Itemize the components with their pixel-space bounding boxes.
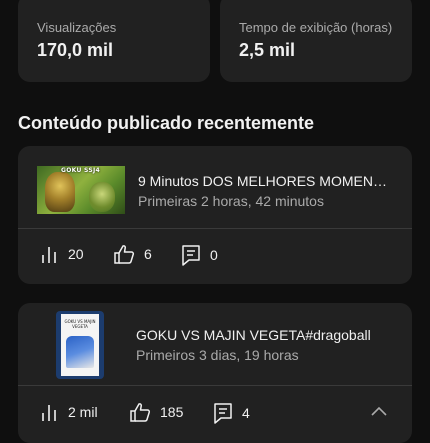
video-thumbnail[interactable]: GOKU VS MAJIN VEGETA xyxy=(56,311,104,379)
bar-chart-icon xyxy=(42,405,56,421)
video-title[interactable]: 9 Minutos DOS MELHORES MOMENTOS DO GOKU xyxy=(138,173,393,189)
views-count: 2 mil xyxy=(68,404,98,420)
stat-label: Visualizações xyxy=(37,20,117,35)
video-card[interactable]: GOKU SSJ4 9 Minutos DOS MELHORES MOMENTO… xyxy=(18,146,412,284)
stat-value: 2,5 mil xyxy=(239,40,296,60)
thumbnail-character xyxy=(66,336,94,368)
comments-metric: 0 xyxy=(181,244,218,266)
thumbnail-character xyxy=(89,182,115,212)
likes-count: 185 xyxy=(160,404,184,420)
stat-label: Tempo de exibição (horas) xyxy=(239,20,393,35)
comment-icon xyxy=(182,245,200,266)
stat-card-views[interactable]: Visualizações 170,0 mil xyxy=(18,0,210,82)
comments-count: 4 xyxy=(242,405,250,421)
video-thumbnail[interactable]: GOKU SSJ4 xyxy=(37,166,125,214)
thumbnail-character xyxy=(45,172,75,212)
thumbnail-caption: GOKU VS MAJIN VEGETA xyxy=(64,319,96,329)
video-card[interactable]: GOKU VS MAJIN VEGETA GOKU VS MAJIN VEGET… xyxy=(18,303,412,443)
thumbnail-caption: GOKU SSJ4 xyxy=(61,167,101,174)
views-metric: 20 xyxy=(39,244,84,264)
stat-value: 170,0 mil xyxy=(37,40,114,60)
likes-metric: 6 xyxy=(113,244,152,264)
video-subtitle: Primeiros 3 dias, 19 horas xyxy=(136,347,299,363)
chevron-up-icon[interactable] xyxy=(370,405,388,417)
comments-metric: 4 xyxy=(213,402,250,424)
likes-metric: 185 xyxy=(129,402,183,422)
views-metric: 2 mil xyxy=(39,402,98,422)
bar-chart-icon xyxy=(42,247,56,263)
thumbs-up-icon xyxy=(130,403,151,422)
video-subtitle: Primeiras 2 horas, 42 minutos xyxy=(138,193,324,209)
likes-count: 6 xyxy=(144,246,152,262)
section-title: Conteúdo publicado recentemente xyxy=(18,113,315,133)
divider xyxy=(18,228,412,229)
stat-card-watch-time[interactable]: Tempo de exibição (horas) 2,5 mil xyxy=(220,0,412,82)
views-count: 20 xyxy=(68,246,84,262)
comment-icon xyxy=(214,403,232,424)
thumbs-up-icon xyxy=(114,245,135,264)
video-title[interactable]: GOKU VS MAJIN VEGETA#dragoball xyxy=(136,327,396,343)
comments-count: 0 xyxy=(210,247,218,263)
thumbnail-image: GOKU VS MAJIN VEGETA xyxy=(61,314,99,376)
divider xyxy=(18,385,412,386)
